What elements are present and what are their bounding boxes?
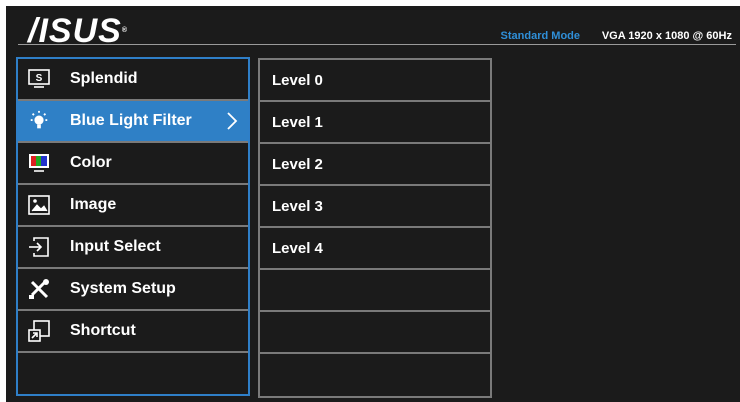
menu-label: Color bbox=[70, 154, 112, 171]
registered-mark: ® bbox=[121, 27, 128, 34]
sub-item-level-3[interactable]: Level 3 bbox=[260, 186, 490, 228]
sub-item-level-2[interactable]: Level 2 bbox=[260, 144, 490, 186]
main-menu: S Splendid Blue Light Filter Color Image bbox=[16, 57, 250, 396]
sub-item-level-1[interactable]: Level 1 bbox=[260, 102, 490, 144]
menu-label: Shortcut bbox=[70, 322, 136, 339]
menu-label: Image bbox=[70, 196, 117, 213]
bulb-icon bbox=[28, 110, 50, 132]
menu-item-splendid[interactable]: S Splendid bbox=[18, 59, 248, 101]
header-divider bbox=[18, 44, 736, 45]
svg-text:S: S bbox=[36, 73, 43, 84]
sub-menu: Level 0 Level 1 Level 2 Level 3 Level 4 bbox=[258, 58, 492, 398]
signal-info: VGA 1920 x 1080 @ 60Hz bbox=[601, 30, 732, 42]
osd-panel: /ISUS® Standard Mode VGA 1920 x 1080 @ 6… bbox=[6, 6, 740, 402]
sub-item-empty bbox=[260, 270, 490, 312]
mode-label: Standard Mode bbox=[500, 30, 580, 42]
tools-icon bbox=[28, 278, 50, 300]
sub-item-empty bbox=[260, 312, 490, 354]
menu-item-image[interactable]: Image bbox=[18, 185, 248, 227]
menu-item-color[interactable]: Color bbox=[18, 143, 248, 185]
menu-item-input-select[interactable]: Input Select bbox=[18, 227, 248, 269]
menu-item-system-setup[interactable]: System Setup bbox=[18, 269, 248, 311]
asus-logo: /ISUS® bbox=[28, 14, 128, 48]
menu-label: Input Select bbox=[70, 238, 161, 255]
menu-label: Blue Light Filter bbox=[70, 112, 192, 129]
color-icon bbox=[28, 152, 50, 174]
menu-item-blue-light-filter[interactable]: Blue Light Filter bbox=[18, 101, 248, 143]
input-select-icon bbox=[28, 236, 50, 258]
menu-item-empty bbox=[18, 353, 248, 393]
shortcut-icon bbox=[28, 320, 50, 342]
sub-item-level-0[interactable]: Level 0 bbox=[260, 60, 490, 102]
menu-label: Splendid bbox=[70, 70, 138, 87]
chevron-right-icon bbox=[226, 111, 238, 136]
menu-label: System Setup bbox=[70, 280, 176, 297]
image-icon bbox=[28, 194, 50, 216]
menu-item-shortcut[interactable]: Shortcut bbox=[18, 311, 248, 353]
splendid-icon: S bbox=[28, 68, 50, 90]
sub-item-empty bbox=[260, 354, 490, 394]
sub-item-level-4[interactable]: Level 4 bbox=[260, 228, 490, 270]
